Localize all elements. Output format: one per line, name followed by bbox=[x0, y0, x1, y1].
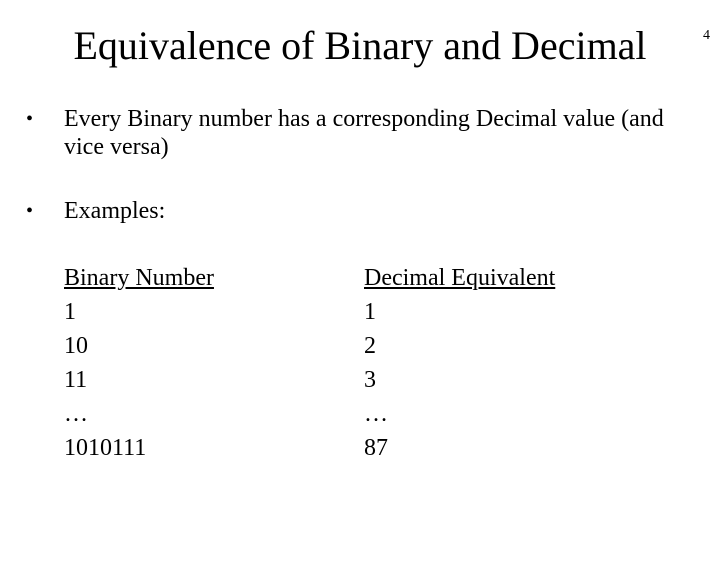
decimal-column: Decimal Equivalent 1 2 3 … 87 bbox=[364, 261, 664, 465]
examples-table: Binary Number 1 10 11 … 1010111 Decimal … bbox=[64, 261, 694, 465]
bullet-item-1: • Every Binary number has a correspondin… bbox=[26, 105, 694, 161]
table-cell: 10 bbox=[64, 329, 364, 363]
bullet-marker: • bbox=[26, 105, 64, 133]
bullet-marker: • bbox=[26, 197, 64, 225]
bullet-text-1: Every Binary number has a corresponding … bbox=[64, 105, 694, 161]
table-cell: 87 bbox=[364, 431, 664, 465]
bullet-text-2: Examples: bbox=[64, 197, 694, 225]
table-cell: 3 bbox=[364, 363, 664, 397]
bullet-item-2: • Examples: bbox=[26, 197, 694, 225]
table-cell: … bbox=[64, 397, 364, 431]
page-title: Equivalence of Binary and Decimal bbox=[0, 22, 720, 69]
table-cell: 11 bbox=[64, 363, 364, 397]
table-cell: … bbox=[364, 397, 664, 431]
table-cell: 1 bbox=[64, 295, 364, 329]
table-cell: 1010111 bbox=[64, 431, 364, 465]
page-number: 4 bbox=[703, 28, 710, 44]
binary-column: Binary Number 1 10 11 … 1010111 bbox=[64, 261, 364, 465]
table-cell: 2 bbox=[364, 329, 664, 363]
content-area: • Every Binary number has a correspondin… bbox=[0, 105, 720, 465]
binary-column-header: Binary Number bbox=[64, 261, 364, 295]
table-cell: 1 bbox=[364, 295, 664, 329]
decimal-column-header: Decimal Equivalent bbox=[364, 261, 664, 295]
